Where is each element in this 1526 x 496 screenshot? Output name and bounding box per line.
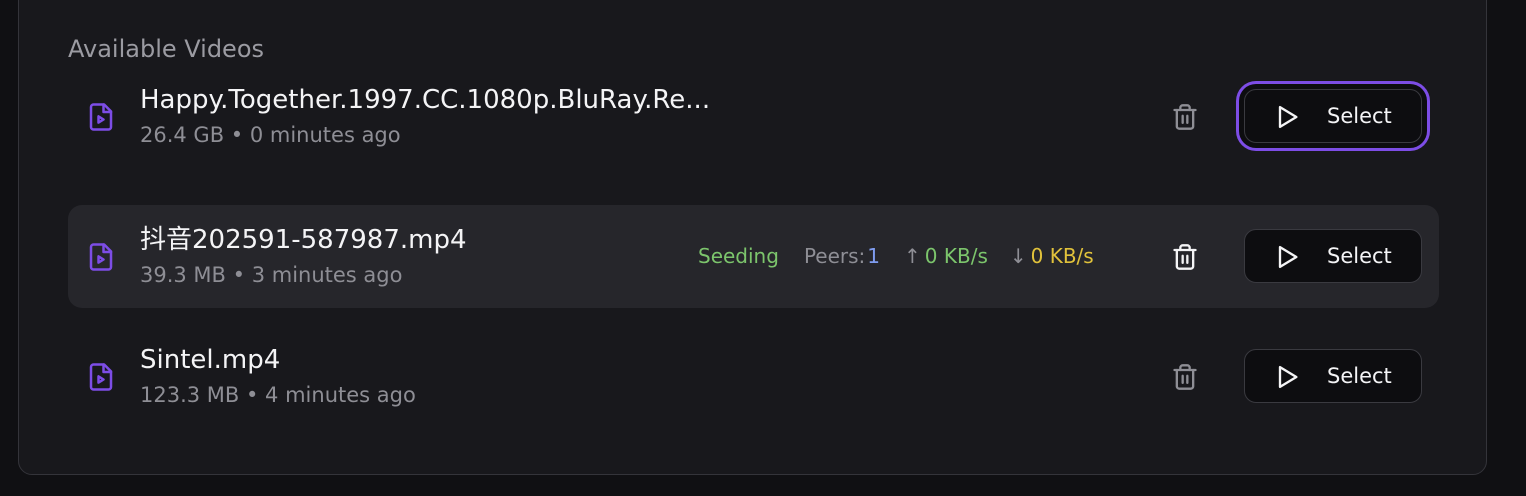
- play-icon: [1278, 365, 1298, 389]
- torrent-stats: Seeding Peers: 1 ↑ 0 KB/s ↓ 0 KB/s: [698, 242, 1094, 270]
- file-name: Sintel.mp4: [140, 345, 281, 375]
- delete-button[interactable]: [1167, 99, 1203, 135]
- delete-button[interactable]: [1167, 359, 1203, 395]
- file-meta: 26.4 GB • 0 minutes ago: [140, 123, 401, 147]
- play-icon: [1278, 105, 1298, 129]
- file-video-icon: [89, 243, 113, 271]
- seeding-status: Seeding: [698, 244, 779, 268]
- select-button[interactable]: Select: [1244, 349, 1422, 403]
- section-title: Available Videos: [68, 35, 265, 63]
- download-rate: 0 KB/s: [1030, 244, 1094, 268]
- select-button[interactable]: Select: [1244, 229, 1422, 283]
- file-video-icon: [89, 103, 113, 131]
- file-meta: 123.3 MB • 4 minutes ago: [140, 383, 416, 407]
- select-button[interactable]: Select: [1244, 89, 1422, 143]
- trash-icon: [1173, 244, 1197, 270]
- select-button-label: Select: [1327, 364, 1392, 388]
- file-meta: 39.3 MB • 3 minutes ago: [140, 263, 403, 287]
- select-button-label: Select: [1327, 244, 1392, 268]
- upload-arrow-icon: ↑: [904, 244, 921, 268]
- available-videos-panel: Available Videos Happy.Together.1997.CC.…: [18, 0, 1487, 475]
- delete-button[interactable]: [1167, 239, 1203, 275]
- file-name: 抖音202591-587987.mp4: [140, 225, 467, 255]
- trash-icon: [1173, 364, 1197, 390]
- peers-count: 1: [867, 244, 881, 268]
- peers-label: Peers:: [803, 244, 866, 268]
- trash-icon: [1173, 104, 1197, 130]
- play-icon: [1278, 245, 1298, 269]
- video-row[interactable]: Sintel.mp4 123.3 MB • 4 minutes ago Sele…: [68, 325, 1439, 428]
- upload-rate: 0 KB/s: [924, 244, 988, 268]
- file-video-icon: [89, 363, 113, 391]
- video-row[interactable]: Happy.Together.1997.CC.1080p.BluRay.Re..…: [68, 65, 1439, 168]
- select-button-label: Select: [1327, 104, 1392, 128]
- download-arrow-icon: ↓: [1009, 244, 1027, 268]
- video-row[interactable]: 抖音202591-587987.mp4 39.3 MB • 3 minutes …: [68, 205, 1439, 308]
- file-name: Happy.Together.1997.CC.1080p.BluRay.Re..…: [140, 85, 711, 115]
